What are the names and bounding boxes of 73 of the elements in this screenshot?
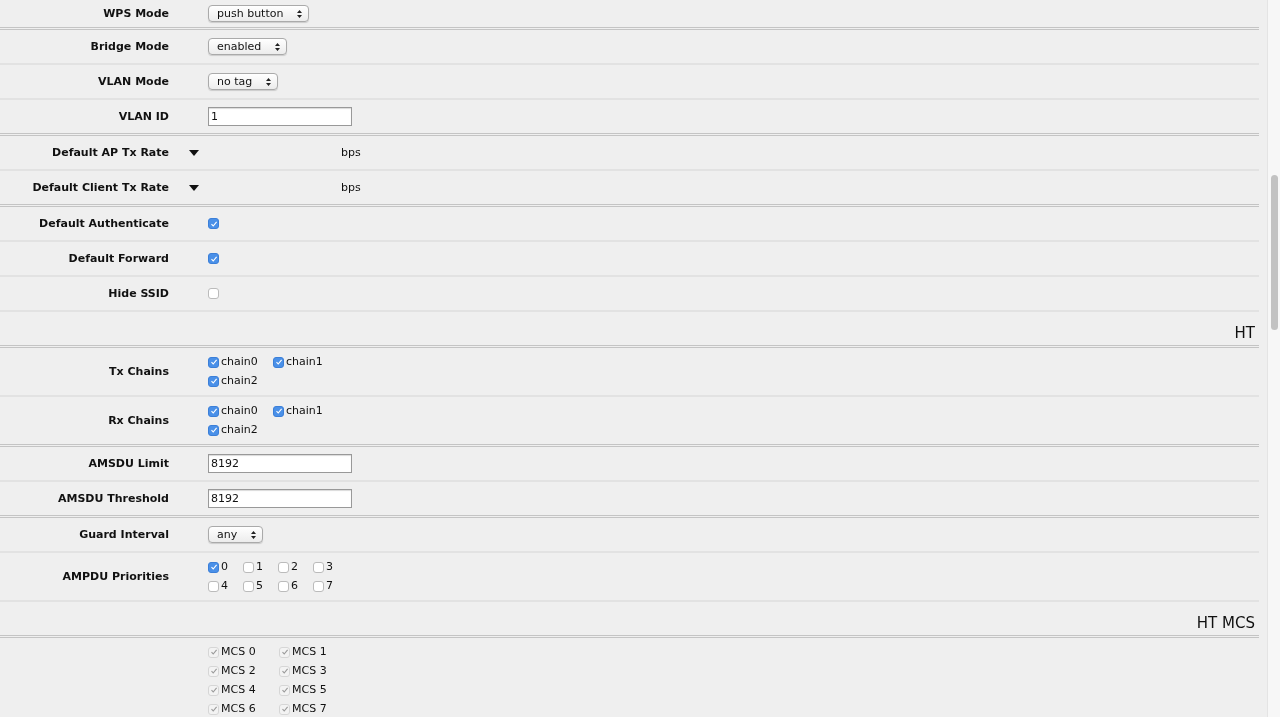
checkbox-label: 1 [256,560,263,574]
checkbox[interactable] [208,218,219,229]
section-heading: HT MCS [1195,612,1256,632]
checkbox-label: chain1 [286,355,323,369]
updown-arrows-icon [266,77,272,86]
checkbox[interactable] [278,580,289,592]
field-label: Default Forward [67,252,169,265]
checkbox-label: chain0 [221,355,258,369]
field-label: Rx Chains [107,414,169,427]
field-label: Default AP Tx Rate [51,146,169,159]
unit-text: bps [341,181,361,194]
field-label: AMSDU Limit [87,457,169,470]
checkbox-label: MCS 7 [292,702,327,716]
checkbox[interactable] [273,356,284,368]
checkbox-label: 3 [326,560,333,574]
input-field[interactable]: 8192 [208,489,352,508]
checkbox-label: 6 [291,579,298,593]
field-label: VLAN Mode [97,75,169,88]
field-label: WPS Mode [102,7,169,20]
select-dropdown[interactable]: push button [208,5,310,22]
select-dropdown[interactable]: any [208,526,264,543]
checkbox[interactable] [208,288,219,299]
input-field[interactable]: 1 [208,107,352,126]
input-field[interactable]: 8192 [208,454,352,473]
checkbox[interactable] [208,405,219,417]
checkbox-label: MCS 1 [292,645,327,659]
field-label: Default Authenticate [38,217,169,230]
field-label: AMPDU Priorities [61,570,169,583]
scrollbar[interactable] [1267,0,1280,717]
checkbox[interactable] [208,561,219,573]
checkbox-label: chain0 [221,404,258,418]
updown-arrows-icon [297,9,303,18]
checkbox-label: 0 [221,560,228,574]
checkbox-label: chain1 [286,404,323,418]
section-heading: HT [1233,322,1256,342]
scrollbar-thumb[interactable] [1271,175,1278,330]
field-label: VLAN ID [117,110,169,123]
checkbox[interactable] [273,405,284,417]
checkbox[interactable] [278,561,289,573]
unit-text: bps [341,146,361,159]
checkbox-label: MCS 6 [221,702,256,716]
field-label: Hide SSID [107,287,169,300]
checkbox[interactable] [243,580,254,592]
checkbox[interactable] [313,561,324,573]
checkbox-label: 5 [256,579,263,593]
checkbox-label: chain2 [221,423,258,437]
checkbox-label: MCS 3 [292,664,327,678]
checkbox-label: 7 [326,579,333,593]
checkbox-label: 2 [291,560,298,574]
select-dropdown[interactable]: enabled [208,38,288,55]
checkbox[interactable] [208,356,219,368]
checkbox-label: MCS 0 [221,645,256,659]
checkbox[interactable] [208,424,219,436]
checkbox-label: 4 [221,579,228,593]
checkbox-label: chain2 [221,374,258,388]
field-label: Guard Interval [78,528,169,541]
checkbox-label: MCS 2 [221,664,256,678]
checkbox[interactable] [313,580,324,592]
checkbox[interactable] [208,253,219,264]
checkbox-label: MCS 5 [292,683,327,697]
checkbox-label: MCS 4 [221,683,256,697]
field-label: Bridge Mode [89,40,169,53]
field-label: Tx Chains [108,365,169,378]
field-label: Default Client Tx Rate [31,181,169,194]
checkbox[interactable] [208,375,219,387]
select-dropdown[interactable]: no tag [208,73,279,90]
checkbox[interactable] [208,580,219,592]
updown-arrows-icon [275,42,281,51]
dropdown-caret-icon[interactable] [189,184,199,191]
checkbox[interactable] [243,561,254,573]
updown-arrows-icon [251,530,257,539]
field-label: AMSDU Threshold [56,492,169,505]
dropdown-caret-icon[interactable] [189,149,199,156]
